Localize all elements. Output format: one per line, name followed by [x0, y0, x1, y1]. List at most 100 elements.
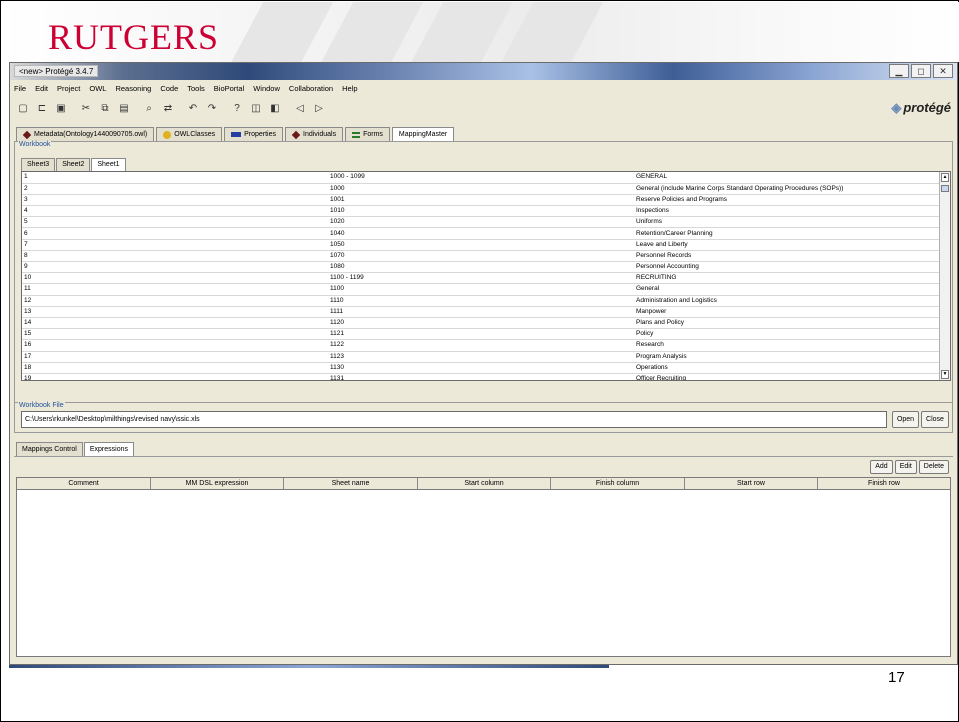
row-number-cell[interactable]: 15	[22, 328, 328, 341]
code-cell[interactable]: 1001	[328, 194, 634, 207]
redo-icon[interactable]: ↷	[205, 102, 219, 116]
table-row[interactable]: 19 1131 Officer Recruiting	[22, 373, 940, 380]
delete-button[interactable]: Delete	[918, 460, 949, 474]
table-row[interactable]: 6 1040 Retention/Career Planning	[22, 227, 940, 240]
code-cell[interactable]: 1000 - 1099	[328, 172, 634, 184]
table-row[interactable]: 15 1121 Policy	[22, 328, 940, 341]
menu-project[interactable]: Project	[57, 84, 80, 93]
code-cell[interactable]: 1110	[328, 295, 634, 307]
tab-sheet1[interactable]: Sheet1	[91, 158, 126, 171]
table-row[interactable]: 7 1050 Leave and Liberty	[22, 239, 940, 251]
row-number-cell[interactable]: 6	[22, 227, 328, 240]
title-cell[interactable]: Officer Recruiting	[634, 373, 940, 380]
back-icon[interactable]: ◁	[293, 102, 307, 116]
paste-icon[interactable]: ▤	[117, 102, 131, 116]
query-icon[interactable]: ?	[230, 102, 244, 116]
title-cell[interactable]: Inspections	[634, 205, 940, 218]
code-cell[interactable]: 1122	[328, 339, 634, 352]
table-row[interactable]: 10 1100 - 1199 RECRUITING	[22, 272, 940, 285]
column-finish-column[interactable]: Finish column	[551, 478, 685, 489]
instance-view-icon[interactable]: ◧	[268, 102, 282, 116]
menu-owl[interactable]: OWL	[89, 84, 106, 93]
class-view-icon[interactable]: ◫	[249, 102, 263, 116]
row-number-cell[interactable]: 8	[22, 250, 328, 263]
column-start-row[interactable]: Start row	[685, 478, 818, 489]
table-row[interactable]: 3 1001 Reserve Policies and Programs	[22, 194, 940, 207]
row-number-cell[interactable]: 13	[22, 306, 328, 318]
title-cell[interactable]: General (include Marine Corps Standard O…	[634, 183, 940, 195]
title-cell[interactable]: Research	[634, 339, 940, 352]
code-cell[interactable]: 1080	[328, 261, 634, 274]
title-cell[interactable]: Manpower	[634, 306, 940, 318]
close-button[interactable]: Close	[921, 411, 949, 428]
scroll-thumb[interactable]	[941, 185, 949, 192]
menu-collaboration[interactable]: Collaboration	[289, 84, 333, 93]
row-number-cell[interactable]: 2	[22, 183, 328, 195]
table-row[interactable]: 12 1110 Administration and Logistics	[22, 295, 940, 307]
code-cell[interactable]: 1130	[328, 362, 634, 374]
tab-sheet3[interactable]: Sheet3	[21, 158, 56, 171]
table-row[interactable]: 18 1130 Operations	[22, 362, 940, 374]
row-number-cell[interactable]: 12	[22, 295, 328, 307]
table-row[interactable]: 9 1080 Personnel Accounting	[22, 261, 940, 274]
code-cell[interactable]: 1070	[328, 250, 634, 263]
tab-owlclasses[interactable]: OWLClasses	[156, 127, 223, 141]
cut-icon[interactable]: ✂	[79, 102, 93, 116]
scroll-up-icon[interactable]: ▲	[941, 173, 949, 182]
table-row[interactable]: 5 1020 Uniforms	[22, 216, 940, 229]
maximize-icon[interactable]: ◻	[911, 64, 931, 78]
title-cell[interactable]: Plans and Policy	[634, 317, 940, 330]
forward-icon[interactable]: ▷	[312, 102, 326, 116]
title-cell[interactable]: Uniforms	[634, 216, 940, 229]
code-cell[interactable]: 1120	[328, 317, 634, 330]
title-cell[interactable]: RECRUITING	[634, 272, 940, 285]
row-number-cell[interactable]: 11	[22, 283, 328, 296]
row-number-cell[interactable]: 10	[22, 272, 328, 285]
menu-window[interactable]: Window	[253, 84, 280, 93]
row-number-cell[interactable]: 17	[22, 351, 328, 363]
table-row[interactable]: 11 1100 General	[22, 283, 940, 296]
scroll-down-icon[interactable]: ▼	[941, 370, 949, 379]
code-cell[interactable]: 1050	[328, 239, 634, 251]
row-number-cell[interactable]: 4	[22, 205, 328, 218]
column-sheet-name[interactable]: Sheet name	[284, 478, 418, 489]
code-cell[interactable]: 1121	[328, 328, 634, 341]
title-cell[interactable]: GENERAL	[634, 172, 940, 184]
tab-expressions[interactable]: Expressions	[83, 442, 135, 456]
table-row[interactable]: 16 1122 Research	[22, 339, 940, 352]
menu-help[interactable]: Help	[342, 84, 357, 93]
row-number-cell[interactable]: 5	[22, 216, 328, 229]
expressions-table[interactable]: Comment MM DSL expression Sheet name Sta…	[16, 477, 951, 657]
tab-individuals[interactable]: Individuals	[285, 127, 344, 141]
code-cell[interactable]: 1000	[328, 183, 634, 195]
title-cell[interactable]: Policy	[634, 328, 940, 341]
menu-file[interactable]: File	[14, 84, 26, 93]
tab-mappingmaster[interactable]: MappingMaster	[391, 127, 455, 141]
new-file-icon[interactable]: ▢	[16, 102, 30, 116]
title-cell[interactable]: Retention/Career Planning	[634, 227, 940, 240]
add-button[interactable]: Add	[870, 460, 893, 474]
title-cell[interactable]: Administration and Logistics	[634, 295, 940, 307]
code-cell[interactable]: 1040	[328, 227, 634, 240]
row-number-cell[interactable]: 14	[22, 317, 328, 330]
edit-button[interactable]: Edit	[894, 460, 917, 474]
menu-edit[interactable]: Edit	[35, 84, 48, 93]
column-comment[interactable]: Comment	[17, 478, 151, 489]
title-cell[interactable]: Reserve Policies and Programs	[634, 194, 940, 207]
menu-bioportal[interactable]: BioPortal	[214, 84, 244, 93]
table-row[interactable]: 8 1070 Personnel Records	[22, 250, 940, 263]
row-number-cell[interactable]: 19	[22, 373, 328, 380]
code-cell[interactable]: 1020	[328, 216, 634, 229]
row-number-cell[interactable]: 3	[22, 194, 328, 207]
undo-icon[interactable]: ↶	[186, 102, 200, 116]
tab-properties[interactable]: Properties	[224, 127, 283, 141]
table-row[interactable]: 13 1111 Manpower	[22, 306, 940, 318]
replace-icon[interactable]: ⇄	[161, 102, 175, 116]
column-start-column[interactable]: Start column	[418, 478, 551, 489]
title-cell[interactable]: General	[634, 283, 940, 296]
title-cell[interactable]: Personnel Accounting	[634, 261, 940, 274]
table-row[interactable]: 1 1000 - 1099 GENERAL	[22, 172, 940, 184]
title-cell[interactable]: Program Analysis	[634, 351, 940, 363]
minimize-icon[interactable]: ▁	[889, 64, 909, 78]
menu-code[interactable]: Code	[160, 84, 178, 93]
